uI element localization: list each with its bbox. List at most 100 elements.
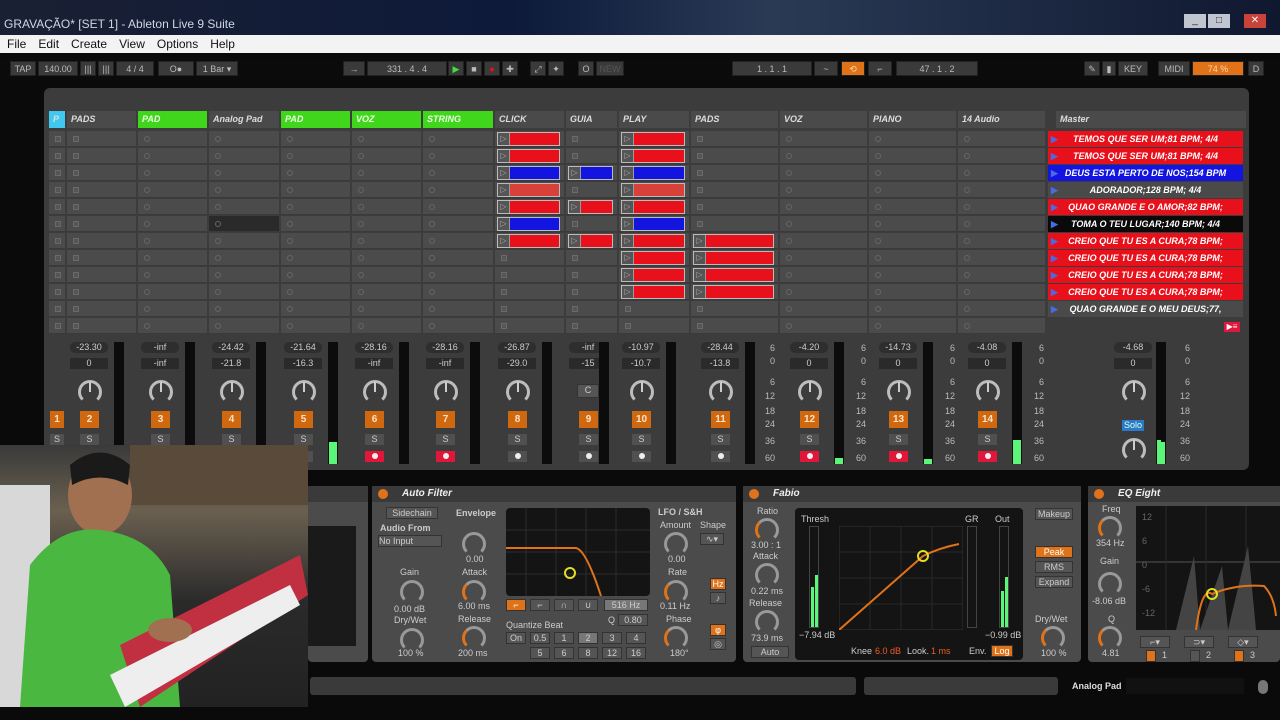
track-volume[interactable]: 0 xyxy=(790,358,828,369)
clip-slot[interactable] xyxy=(67,216,136,232)
release-knob[interactable] xyxy=(755,610,779,634)
scene-10[interactable]: ▶ CREIO QUE TU ES A CURA;78 BPM; xyxy=(1048,284,1243,300)
clip-slot[interactable] xyxy=(49,216,65,232)
clip-slot[interactable] xyxy=(780,284,867,300)
clip-stop-button[interactable] xyxy=(358,136,364,142)
clip-slot[interactable] xyxy=(67,148,136,164)
maximize-button[interactable]: □ xyxy=(1208,14,1230,28)
stop-all-clips-button[interactable]: ▶≡ xyxy=(1224,322,1240,332)
clip-launch-icon[interactable]: ▷ xyxy=(622,201,634,213)
menu-view[interactable]: View xyxy=(112,35,150,51)
clip-slot[interactable] xyxy=(869,199,956,215)
scene-6[interactable]: ▶ TOMA O TEU LUGAR;140 BPM; 4/4 xyxy=(1048,216,1243,232)
clip-slot[interactable]: ▷ xyxy=(566,199,617,215)
bandpass-filter-button[interactable]: ∩ xyxy=(554,599,574,611)
clip-slot[interactable] xyxy=(138,267,207,283)
clip-slot[interactable] xyxy=(138,165,207,181)
solo-button[interactable]: S xyxy=(50,434,64,445)
clip-slot[interactable] xyxy=(49,250,65,266)
clip-stop-button[interactable] xyxy=(215,221,221,227)
clip-stop-button[interactable] xyxy=(786,238,792,244)
scene-launch-icon[interactable]: ▶ xyxy=(1051,301,1058,317)
clip-stop-button[interactable] xyxy=(875,306,881,312)
tap-button[interactable]: TAP xyxy=(10,61,36,76)
clip-launch-icon[interactable]: ▷ xyxy=(622,133,634,145)
clip-stop-button[interactable] xyxy=(429,170,435,176)
clip-stop-button[interactable] xyxy=(875,238,881,244)
pan-field[interactable]: C xyxy=(577,384,599,398)
phase-knob[interactable] xyxy=(664,626,688,650)
clip-stop-button[interactable] xyxy=(215,289,221,295)
clip-stop-button[interactable] xyxy=(875,136,881,142)
clip-slot[interactable] xyxy=(566,318,617,334)
quantization-select[interactable]: 1 Bar ▾ xyxy=(196,61,238,76)
clip-stop-button[interactable] xyxy=(144,306,150,312)
clip-launch-icon[interactable]: ▷ xyxy=(622,269,634,281)
pan-knob[interactable] xyxy=(887,380,911,404)
env-mode-button[interactable]: Log xyxy=(991,645,1013,657)
pan-knob[interactable] xyxy=(630,380,654,404)
clip-slot[interactable] xyxy=(423,199,493,215)
clip-stop-button[interactable] xyxy=(697,136,703,142)
clip-stop-button[interactable] xyxy=(287,255,293,261)
clip-stop-button[interactable] xyxy=(73,238,79,244)
clip-slot[interactable]: ▷ xyxy=(495,182,564,198)
clip-stop-button[interactable] xyxy=(73,204,79,210)
clip-stop-button[interactable] xyxy=(358,272,364,278)
clip-stop-button[interactable] xyxy=(287,323,293,329)
clip-launch-icon[interactable]: ▷ xyxy=(622,235,634,247)
clip-slot[interactable] xyxy=(49,165,65,181)
clip-stop-button[interactable] xyxy=(55,221,61,227)
key-map-button[interactable]: KEY xyxy=(1118,61,1148,76)
clip-slot[interactable] xyxy=(780,233,867,249)
clip[interactable]: ▷ xyxy=(621,166,685,180)
device-on-icon[interactable] xyxy=(749,489,759,499)
track-activator-4[interactable]: 4 xyxy=(222,411,241,428)
loop-button[interactable]: ⟲ xyxy=(841,61,865,76)
spin-mode-button[interactable]: ◎ xyxy=(710,638,726,650)
clip-slot[interactable] xyxy=(67,284,136,300)
filter-curve-display[interactable] xyxy=(506,508,650,596)
clip-stop-button[interactable] xyxy=(358,323,364,329)
clip-slot[interactable] xyxy=(209,199,279,215)
clip-stop-button[interactable] xyxy=(358,204,364,210)
track-header-4[interactable]: Analog Pad xyxy=(209,111,279,128)
quantize-beat-4[interactable]: 4 xyxy=(626,632,646,644)
clip-slot[interactable] xyxy=(281,182,350,198)
clip-stop-button[interactable] xyxy=(429,204,435,210)
clip-slot[interactable] xyxy=(780,318,867,334)
menu-file[interactable]: File xyxy=(0,35,31,51)
clip-stop-button[interactable] xyxy=(215,255,221,261)
track-header-9[interactable]: GUIA xyxy=(566,111,617,128)
quantize-beat-On[interactable]: On xyxy=(506,632,526,644)
clip-slot[interactable] xyxy=(138,284,207,300)
clip-launch-icon[interactable]: ▷ xyxy=(622,218,634,230)
compressor-title[interactable]: Fabio xyxy=(743,486,1081,502)
pan-knob[interactable] xyxy=(78,380,102,404)
track-volume[interactable]: -inf xyxy=(426,358,464,369)
clip-slot[interactable] xyxy=(281,318,350,334)
clip-slot[interactable] xyxy=(869,182,956,198)
clip-slot[interactable] xyxy=(49,301,65,317)
clip-stop-button[interactable] xyxy=(786,306,792,312)
track-header-6[interactable]: VOZ xyxy=(352,111,421,128)
clip-stop-button[interactable] xyxy=(287,221,293,227)
clip-slot[interactable] xyxy=(67,301,136,317)
scene-launch-icon[interactable]: ▶ xyxy=(1051,165,1058,181)
track-activator-2[interactable]: 2 xyxy=(80,411,99,428)
loop-length-field[interactable]: 47 . 1 . 2 xyxy=(896,61,978,76)
solo-button[interactable]: S xyxy=(151,434,170,445)
clip-slot[interactable] xyxy=(209,250,279,266)
clip-stop-button[interactable] xyxy=(287,238,293,244)
clip-slot[interactable] xyxy=(691,301,778,317)
phase-mode-button[interactable]: φ xyxy=(710,624,726,636)
scene-launch-icon[interactable]: ▶ xyxy=(1051,284,1058,300)
clip-slot[interactable] xyxy=(869,216,956,232)
clip[interactable]: ▷ xyxy=(497,166,560,180)
clip-launch-icon[interactable]: ▷ xyxy=(694,252,706,264)
track-volume[interactable]: 0 xyxy=(70,358,108,369)
pan-knob[interactable] xyxy=(434,380,458,404)
clip-slot[interactable]: ▷ xyxy=(619,165,689,181)
clip-stop-button[interactable] xyxy=(73,153,79,159)
device-on-icon[interactable] xyxy=(1094,489,1104,499)
